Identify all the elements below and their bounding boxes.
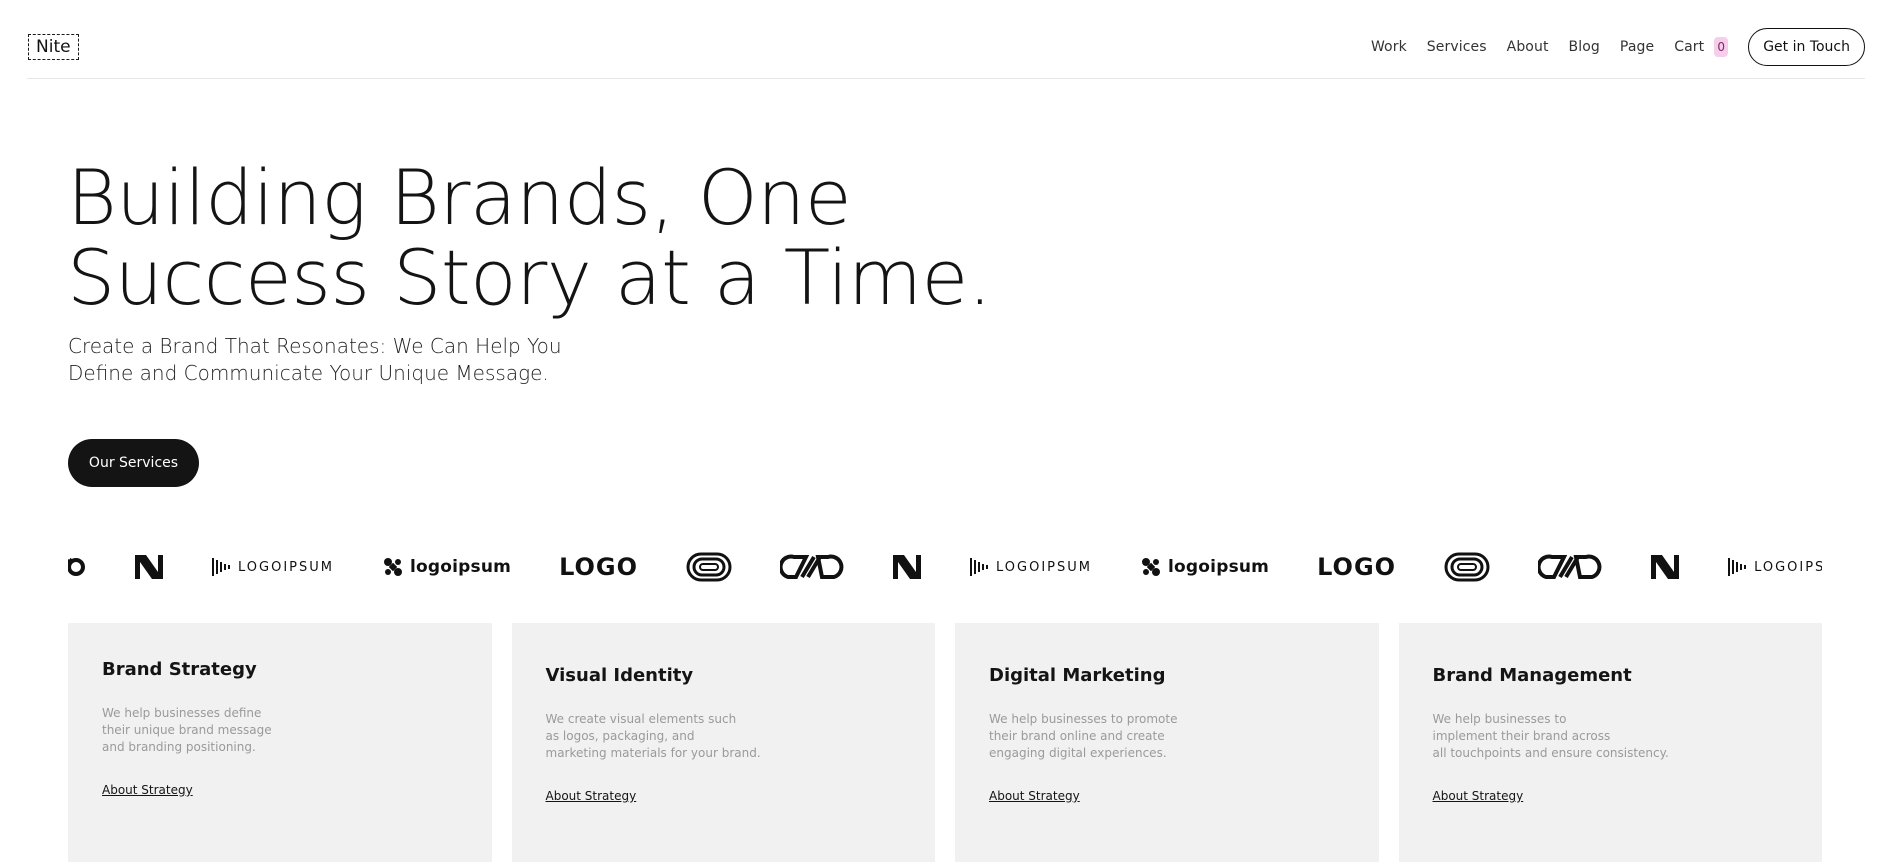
about-strategy-link[interactable]: About Strategy xyxy=(102,783,193,797)
nav-page[interactable]: Page xyxy=(1620,39,1654,55)
chain-logo-icon xyxy=(68,557,85,576)
about-strategy-link[interactable]: About Strategy xyxy=(989,789,1080,803)
n-logo-icon xyxy=(1651,555,1680,579)
bars-logo-icon xyxy=(1728,558,1747,576)
service-card-title: Brand Management xyxy=(1432,665,1632,686)
bars-logo-icon xyxy=(970,558,989,576)
logoipsum-bold-logo: logoipsum xyxy=(1140,549,1269,585)
service-card: Brand Strategy We help businesses define… xyxy=(68,623,492,862)
rings-logo-icon xyxy=(686,552,732,582)
hero-title-line-1: Building Brands, One xyxy=(67,153,852,242)
nav-cart[interactable]: Cart xyxy=(1674,39,1704,55)
hero-subtitle: Create a Brand That Resonates: We Can He… xyxy=(68,333,588,387)
logo-word-text: LOGO xyxy=(559,553,639,581)
n-logo-icon xyxy=(135,555,163,579)
n-logo xyxy=(1650,549,1680,585)
nav-work[interactable]: Work xyxy=(1371,39,1407,55)
n-logo xyxy=(134,549,164,585)
rings-logo xyxy=(686,549,732,585)
logoipsum-spaced-text: LOGOIPSUM xyxy=(1754,559,1822,575)
about-strategy-link[interactable]: About Strategy xyxy=(1433,789,1524,803)
description-line: We help businesses to xyxy=(1432,712,1567,726)
cart-count-badge[interactable]: 0 xyxy=(1714,37,1729,57)
infinity-logo xyxy=(1538,549,1602,585)
nav-services[interactable]: Services xyxy=(1427,39,1487,55)
dots-logo-icon xyxy=(1142,558,1161,576)
logoipsum-spaced-text: LOGOIPSUM xyxy=(238,559,334,575)
service-card-title: Brand Strategy xyxy=(102,659,257,680)
nav-blog[interactable]: Blog xyxy=(1569,39,1600,55)
logoipsum-spaced-text: LOGOIPSUM xyxy=(996,559,1093,575)
service-card-description: We help businesses to promote their bran… xyxy=(989,711,1177,762)
get-in-touch-button[interactable]: Get in Touch xyxy=(1748,28,1865,66)
rings-logo xyxy=(1444,549,1490,585)
site-header: Nite Work Services About Blog Page Cart … xyxy=(27,0,1865,79)
n-logo xyxy=(892,549,922,585)
logoipsum-spaced-logo: LOGOIPSUM xyxy=(212,549,334,585)
description-line: marketing materials for your brand. xyxy=(545,746,761,760)
description-line: and branding positioning. xyxy=(102,740,256,754)
service-card: Visual Identity We create visual element… xyxy=(511,623,935,862)
hero-subtitle-line-2: Define and Communicate Your Unique Messa… xyxy=(68,361,549,385)
logo-word-logo: LOGO xyxy=(1317,549,1396,585)
description-line: all touchpoints and ensure consistency. xyxy=(1432,746,1669,760)
description-line: We create visual elements such xyxy=(545,712,737,726)
infinity-logo-icon xyxy=(780,554,844,579)
dots-logo-icon xyxy=(383,558,402,576)
service-card-title: Digital Marketing xyxy=(989,665,1166,686)
description-line: engaging digital experiences. xyxy=(989,746,1167,760)
logo-word-logo: LOGO xyxy=(559,549,638,585)
logoipsum-bold-text: logoipsum xyxy=(409,557,512,577)
hero-title: Building Brands, One Success Story at a … xyxy=(67,158,1167,318)
infinity-logo-icon xyxy=(1538,554,1602,579)
logoipsum-bold-text: logoipsum xyxy=(1168,557,1270,577)
service-card: Digital Marketing We help businesses to … xyxy=(955,623,1379,862)
logo-word-text: LOGO xyxy=(1317,553,1397,581)
main-nav: Work Services About Blog Page Cart 0 Get… xyxy=(1371,28,1865,66)
description-line: as logos, packaging, and xyxy=(545,729,695,743)
description-line: We help businesses define xyxy=(102,706,262,720)
client-logo-strip: LOGOIPSUM logoipsum LOGO LOGOIPSUM logoi… xyxy=(68,549,1822,585)
services-cards: Brand Strategy We help businesses define… xyxy=(68,623,1822,862)
service-card-description: We create visual elements such as logos,… xyxy=(546,711,761,762)
about-strategy-link[interactable]: About Strategy xyxy=(546,789,637,803)
hero-subtitle-line-1: Create a Brand That Resonates: We Can He… xyxy=(68,334,562,358)
hero-title-line-2: Success Story at a Time. xyxy=(67,233,992,322)
service-card-description: We help businesses define their unique b… xyxy=(102,705,272,756)
n-logo-icon xyxy=(893,555,922,579)
description-line: implement their brand across xyxy=(1432,729,1611,743)
service-card-title: Visual Identity xyxy=(545,665,694,686)
nav-about[interactable]: About xyxy=(1507,39,1549,55)
logoipsum-spaced-logo: LOGOIPSUM xyxy=(1728,549,1822,585)
infinity-logo xyxy=(780,549,844,585)
site-logo[interactable]: Nite xyxy=(28,34,79,60)
service-card-description: We help businesses to implement their br… xyxy=(1433,711,1669,762)
bars-logo-icon xyxy=(212,558,230,576)
chain-logo xyxy=(68,549,86,585)
description-line: their brand online and create xyxy=(989,729,1165,743)
description-line: their unique brand message xyxy=(102,723,272,737)
service-card: Brand Management We help businesses to i… xyxy=(1398,623,1822,862)
logoipsum-bold-logo: logoipsum xyxy=(382,549,511,585)
our-services-button[interactable]: Our Services xyxy=(68,439,199,487)
rings-logo-icon xyxy=(1444,552,1490,582)
description-line: We help businesses to promote xyxy=(989,712,1178,726)
logo-track: LOGOIPSUM logoipsum LOGO LOGOIPSUM logoi… xyxy=(68,549,1822,585)
logoipsum-spaced-logo: LOGOIPSUM xyxy=(970,549,1092,585)
